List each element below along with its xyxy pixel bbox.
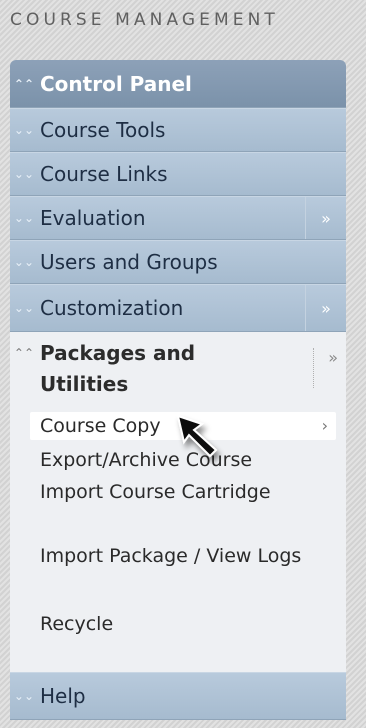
- submenu-item-import-cartridge[interactable]: Import Course Cartridge: [30, 478, 336, 506]
- packages-and-utilities-header[interactable]: ⌃⌃ Packages and Utilities »: [10, 338, 346, 400]
- double-chevron-right-icon[interactable]: »: [313, 348, 338, 388]
- double-chevron-down-icon: ⌄⌄: [13, 689, 34, 703]
- double-chevron-down-icon: ⌄⌄: [13, 255, 34, 269]
- packages-and-utilities-section: ⌃⌃ Packages and Utilities » Course Copy …: [10, 332, 346, 680]
- double-chevron-down-icon: ⌄⌄: [13, 211, 34, 225]
- menu-item-label: Help: [40, 684, 86, 708]
- control-panel-menu: ⌃⌃ Control Panel ⌄⌄ Course Tools ⌄⌄ Cour…: [10, 60, 346, 720]
- menu-item-customization[interactable]: ⌄⌄ Customization »: [10, 284, 346, 332]
- submenu-item-label: Import Package / View Logs: [40, 545, 302, 567]
- chevron-right-icon: ›: [321, 416, 328, 435]
- double-chevron-right-icon[interactable]: »: [305, 197, 346, 239]
- double-chevron-down-icon: ⌄⌄: [13, 167, 34, 181]
- submenu-item-import-package[interactable]: Import Package / View Logs: [30, 542, 336, 570]
- menu-item-course-links[interactable]: ⌄⌄ Course Links: [10, 152, 346, 196]
- double-chevron-right-icon[interactable]: »: [305, 285, 346, 331]
- control-panel-label: Control Panel: [40, 71, 192, 96]
- control-panel-header[interactable]: ⌃⌃ Control Panel: [10, 60, 346, 108]
- double-chevron-up-icon: ⌃⌃: [13, 76, 34, 91]
- menu-item-label: Users and Groups: [40, 250, 218, 274]
- double-chevron-down-icon: ⌄⌄: [13, 301, 34, 315]
- menu-item-users-and-groups[interactable]: ⌄⌄ Users and Groups: [10, 240, 346, 284]
- course-management-title: COURSE MANAGEMENT: [10, 10, 279, 30]
- menu-item-course-tools[interactable]: ⌄⌄ Course Tools: [10, 108, 346, 152]
- menu-item-label: Course Tools: [40, 118, 166, 142]
- menu-item-help[interactable]: ⌄⌄ Help: [10, 672, 346, 720]
- menu-item-label: Evaluation: [40, 206, 146, 230]
- menu-item-evaluation[interactable]: ⌄⌄ Evaluation »: [10, 196, 346, 240]
- submenu-item-label: Import Course Cartridge: [40, 481, 271, 503]
- double-chevron-down-icon: ⌄⌄: [13, 123, 34, 137]
- submenu-item-label: Course Copy: [40, 415, 161, 437]
- submenu-item-label: Recycle: [40, 613, 114, 635]
- menu-item-label: Customization: [40, 296, 184, 320]
- submenu-item-recycle[interactable]: Recycle: [30, 610, 336, 638]
- double-chevron-up-icon: ⌃⌃: [13, 346, 34, 360]
- menu-item-label: Course Links: [40, 162, 168, 186]
- section-title: Packages and Utilities: [40, 341, 196, 396]
- mouse-pointer-icon: [176, 414, 218, 458]
